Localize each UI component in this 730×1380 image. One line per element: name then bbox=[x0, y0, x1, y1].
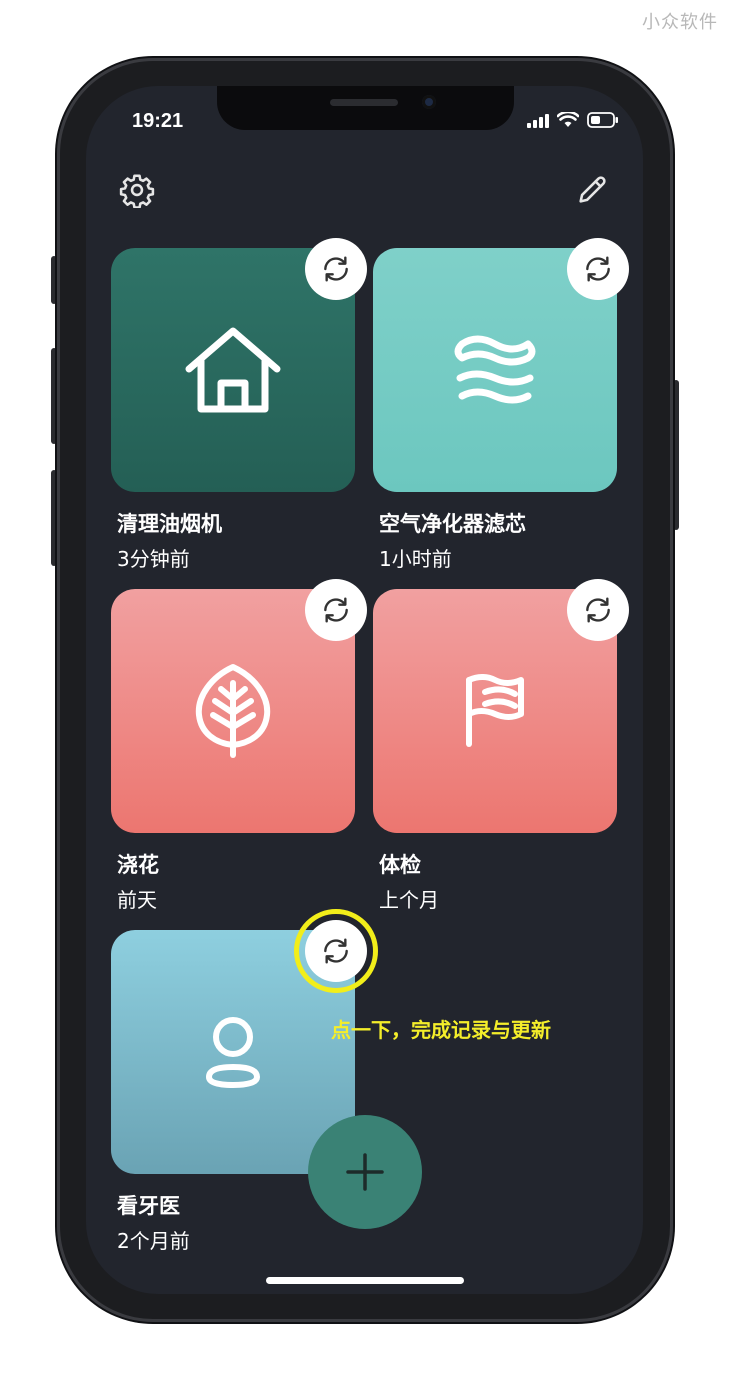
front-camera bbox=[422, 95, 436, 109]
refresh-icon bbox=[324, 597, 348, 623]
pencil-icon bbox=[579, 176, 606, 203]
reset-button-2[interactable] bbox=[567, 238, 629, 300]
task-title-3: 浇花 bbox=[117, 853, 159, 877]
plus-icon bbox=[346, 1153, 384, 1191]
settings-button[interactable] bbox=[117, 170, 157, 210]
app-screen: 19:21 清理油烟机 3分钟前 空气净化器滤芯 1小时前 浇花 前天 体检 上… bbox=[86, 86, 643, 1294]
refresh-icon bbox=[586, 256, 610, 282]
reset-button-1[interactable] bbox=[305, 238, 367, 300]
home-indicator[interactable] bbox=[266, 1277, 464, 1284]
phone-power-button bbox=[673, 380, 679, 530]
reset-button-3[interactable] bbox=[305, 579, 367, 641]
house-icon bbox=[185, 327, 281, 413]
add-task-button[interactable] bbox=[308, 1115, 422, 1229]
task-time-3: 前天 bbox=[117, 888, 157, 912]
leaf-icon bbox=[195, 664, 271, 758]
refresh-icon bbox=[324, 256, 348, 282]
status-time: 19:21 bbox=[132, 110, 184, 132]
edit-button[interactable] bbox=[572, 170, 612, 210]
task-time-5: 2个月前 bbox=[117, 1229, 190, 1253]
task-time-1: 3分钟前 bbox=[117, 547, 190, 571]
status-icons bbox=[527, 112, 619, 128]
task-title-4: 体检 bbox=[379, 853, 421, 877]
task-title-1: 清理油烟机 bbox=[117, 512, 222, 536]
cellular-signal-icon bbox=[527, 114, 549, 128]
highlight-ring bbox=[294, 909, 378, 993]
person-icon bbox=[206, 1017, 260, 1088]
annotation-text: 点一下，完成记录与更新 bbox=[331, 1018, 551, 1042]
refresh-icon bbox=[586, 597, 610, 623]
waves-icon bbox=[454, 335, 536, 404]
wifi-icon bbox=[557, 112, 579, 127]
task-title-2: 空气净化器滤芯 bbox=[379, 512, 526, 536]
task-time-2: 1小时前 bbox=[379, 547, 452, 571]
notch bbox=[217, 86, 514, 130]
watermark: 小众软件 bbox=[642, 12, 718, 33]
task-time-4: 上个月 bbox=[379, 888, 439, 912]
reset-button-4[interactable] bbox=[567, 579, 629, 641]
flag-icon bbox=[466, 674, 524, 747]
battery-icon bbox=[587, 112, 618, 128]
gear-icon bbox=[119, 174, 155, 208]
speaker-grille bbox=[330, 99, 398, 106]
task-title-5: 看牙医 bbox=[117, 1194, 180, 1218]
